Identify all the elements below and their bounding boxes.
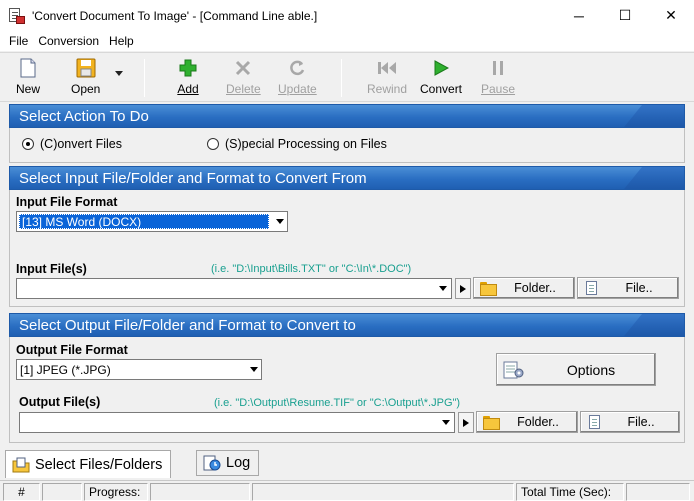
close-button[interactable]: ✕	[648, 0, 694, 31]
plus-icon	[176, 57, 200, 79]
files-folders-icon	[12, 457, 30, 473]
status-total-time-label: Total Time (Sec):	[516, 483, 624, 501]
chevron-down-icon[interactable]	[435, 279, 451, 298]
floppy-disk-icon	[74, 57, 98, 79]
output-format-select[interactable]: [1] JPEG (*.JPG)	[16, 359, 262, 380]
pause-icon	[486, 57, 510, 79]
add-button[interactable]: Add	[176, 57, 200, 99]
status-bar: # Progress: Total Time (Sec):	[0, 480, 694, 501]
play-icon	[429, 57, 453, 79]
menu-file[interactable]: File	[4, 34, 33, 48]
output-files-hint: (i.e. "D:\Output\Resume.TIF" or "C:\Outp…	[214, 397, 461, 409]
output-files-combo[interactable]	[19, 412, 455, 433]
open-dropdown-arrow-icon[interactable]	[115, 71, 123, 76]
menu-bar: File Conversion Help	[0, 31, 694, 51]
tab-select-files-folders[interactable]: Select Files/Folders	[5, 450, 172, 478]
minimize-button[interactable]: ─	[556, 0, 602, 31]
open-button[interactable]: Open	[71, 57, 100, 99]
pause-button[interactable]: Pause	[481, 57, 515, 99]
folder-icon	[482, 416, 500, 430]
radio-unselected-indicator	[207, 138, 219, 150]
window-title: 'Convert Document To Image' - [Command L…	[32, 8, 318, 23]
new-document-icon	[16, 57, 40, 79]
toolbar: New Open Add Delete Update Rewind Conver…	[0, 52, 694, 102]
log-clock-icon	[203, 455, 221, 471]
input-file-button[interactable]: File..	[577, 277, 679, 299]
output-folder-button[interactable]: Folder..	[476, 411, 578, 433]
output-file-button[interactable]: File..	[580, 411, 680, 433]
status-progress-value	[150, 483, 250, 501]
special-processing-radio[interactable]: (S)pecial Processing on Files	[207, 137, 387, 151]
rewind-button[interactable]: Rewind	[367, 57, 407, 99]
options-button[interactable]: Options	[496, 353, 656, 386]
status-total-time-value	[626, 483, 690, 501]
delete-x-icon	[231, 57, 255, 79]
tab-log[interactable]: Log	[196, 450, 260, 476]
status-message	[252, 483, 514, 501]
menu-conversion[interactable]: Conversion	[33, 34, 104, 48]
input-format-select[interactable]: [13] MS Word (DOCX)	[16, 211, 288, 232]
options-settings-icon	[501, 359, 527, 381]
input-folder-button[interactable]: Folder..	[473, 277, 575, 299]
output-files-label: Output File(s)	[19, 395, 101, 409]
input-go-button[interactable]	[455, 278, 471, 299]
update-button[interactable]: Update	[278, 57, 317, 99]
file-icon	[585, 281, 597, 295]
action-section-header: Select Action To Do	[9, 104, 685, 128]
output-format-label: Output File Format	[16, 343, 128, 357]
status-hash: #	[3, 483, 40, 501]
input-section-header: Select Input File/Folder and Format to C…	[9, 166, 685, 190]
radio-selected-indicator	[22, 138, 34, 150]
new-button[interactable]: New	[16, 57, 40, 99]
chevron-down-icon[interactable]	[271, 212, 287, 231]
input-files-hint: (i.e. "D:\Input\Bills.TXT" or "C:\In\*.D…	[211, 263, 412, 275]
rewind-icon	[375, 57, 399, 79]
convert-button[interactable]: Convert	[420, 57, 462, 99]
status-count	[42, 483, 82, 501]
title-bar: 'Convert Document To Image' - [Command L…	[0, 0, 694, 31]
chevron-down-icon[interactable]	[438, 413, 454, 432]
bottom-tabs: Select Files/Folders Log	[0, 450, 694, 478]
chevron-down-icon[interactable]	[245, 360, 261, 379]
input-format-label: Input File Format	[16, 195, 118, 209]
menu-help[interactable]: Help	[104, 34, 139, 48]
refresh-icon	[285, 57, 309, 79]
maximize-button[interactable]: ☐	[602, 0, 648, 31]
convert-files-radio[interactable]: (C)onvert Files	[22, 137, 122, 151]
input-files-combo[interactable]	[16, 278, 452, 299]
app-icon	[9, 7, 25, 24]
status-progress-label: Progress:	[84, 483, 148, 501]
delete-button[interactable]: Delete	[226, 57, 261, 99]
output-go-button[interactable]	[458, 412, 474, 433]
folder-icon	[479, 282, 497, 296]
input-files-label: Input File(s)	[16, 262, 87, 276]
file-icon	[588, 415, 600, 429]
output-section-header: Select Output File/Folder and Format to …	[9, 313, 685, 337]
